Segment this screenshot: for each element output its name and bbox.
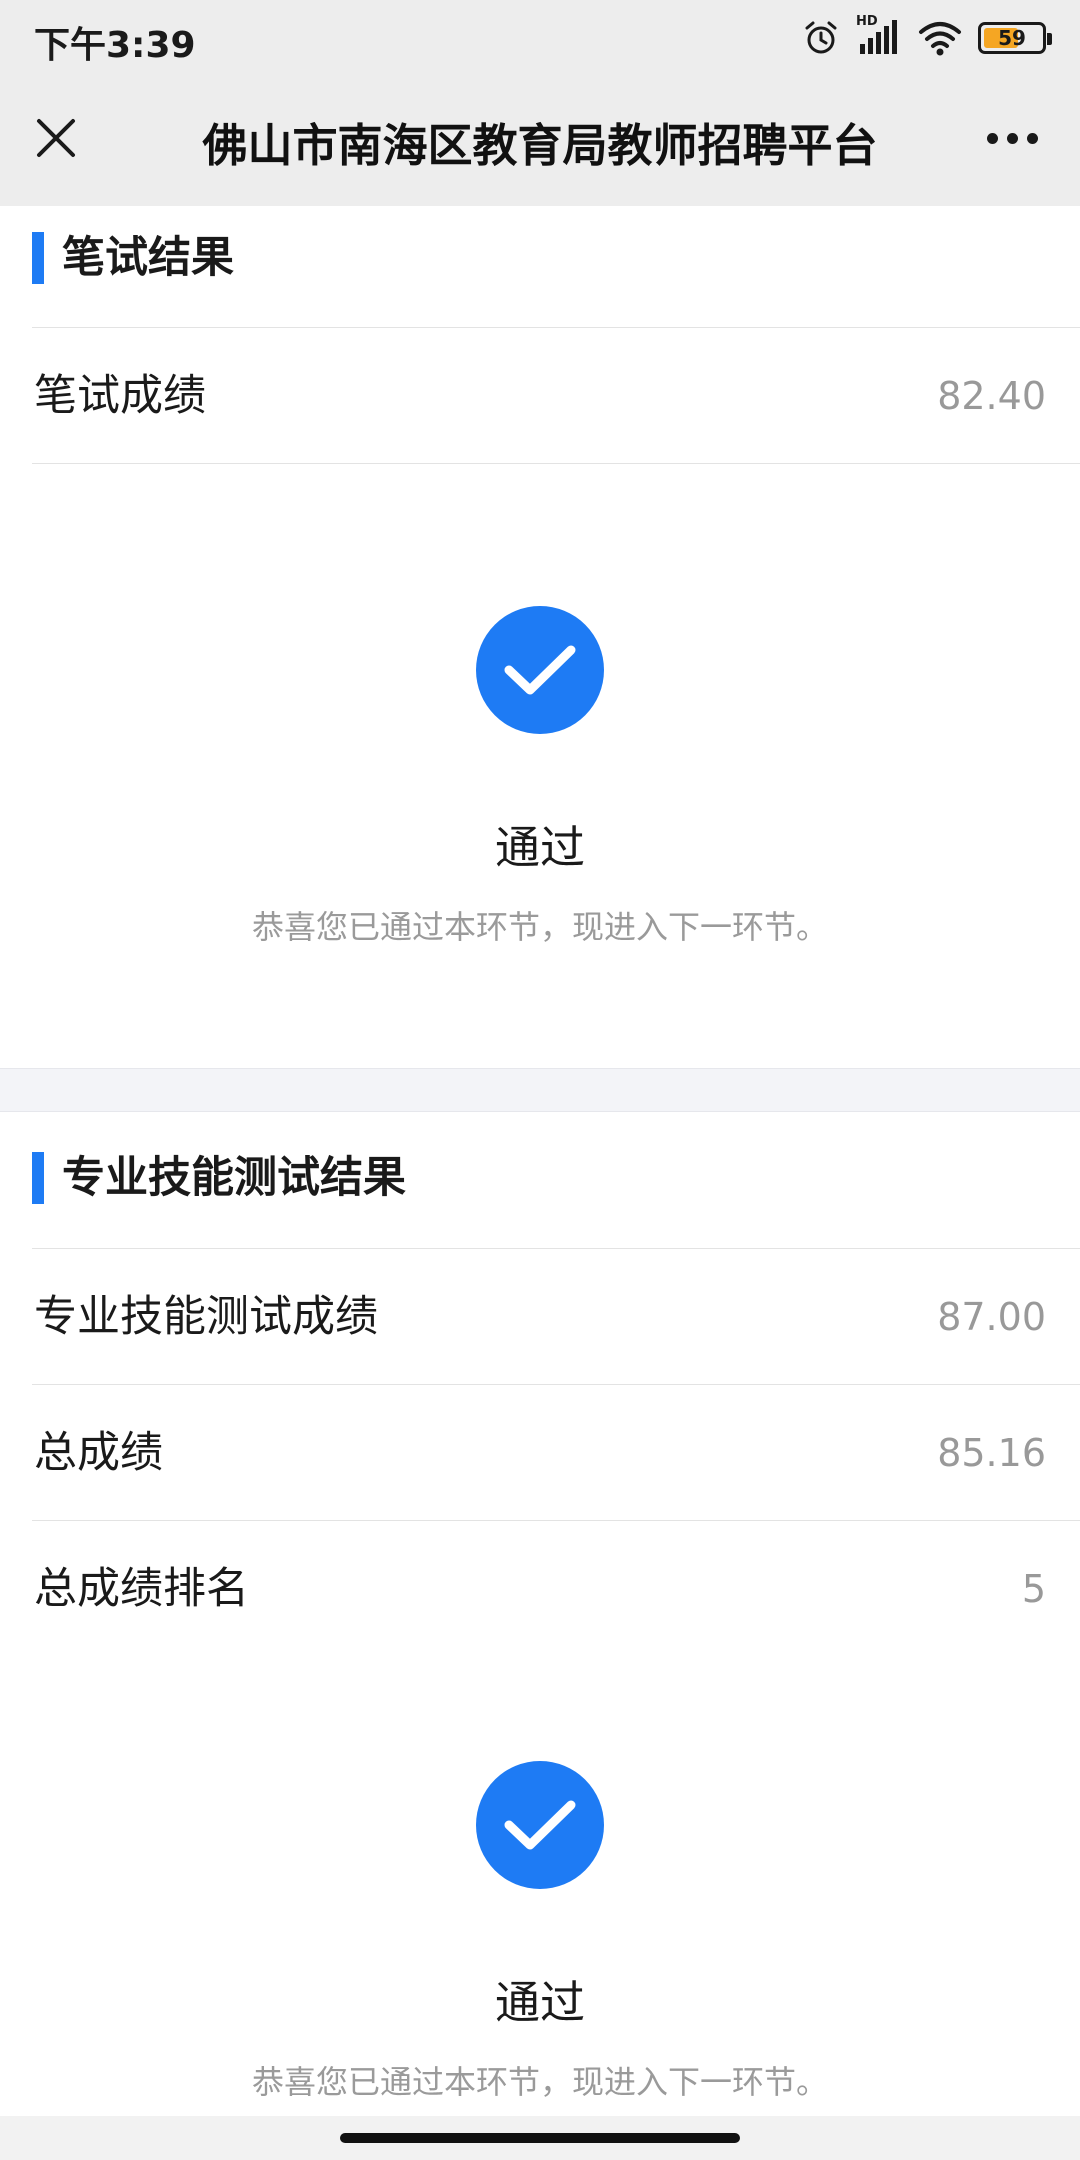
close-icon	[37, 119, 75, 157]
check-icon	[504, 645, 576, 695]
total-score-row: 总成绩 85.16	[32, 1384, 1080, 1520]
score-label: 笔试成绩	[34, 371, 206, 421]
status-bar: 下午3:39 HD 59	[0, 0, 1080, 76]
total-score-label: 总成绩	[34, 1428, 163, 1478]
result-status: 通过	[494, 1976, 585, 2029]
skill-score-value: 87.00	[937, 1295, 1046, 1339]
skill-test-section: 专业技能测试结果 专业技能测试成绩 87.00 总成绩 85.16 总成绩排名 …	[0, 1113, 1080, 2116]
status-time: 下午3:39	[34, 25, 196, 66]
section-accent-bar	[32, 232, 44, 284]
check-icon	[504, 1800, 576, 1850]
total-score-value: 85.16	[937, 1431, 1046, 1475]
score-row: 笔试成绩 82.40	[32, 327, 1080, 463]
result-message: 恭喜您已通过本环节，现进入下一环节。	[251, 2063, 828, 2101]
rank-row: 总成绩排名 5	[32, 1520, 1080, 1656]
section-header: 笔试结果	[0, 206, 1080, 326]
score-value: 82.40	[937, 374, 1046, 418]
wifi-icon	[919, 22, 961, 56]
home-indicator[interactable]	[340, 2133, 740, 2143]
section-header: 专业技能测试结果	[0, 1113, 1080, 1233]
result-status: 通过	[494, 821, 585, 874]
battery-level: 59	[998, 26, 1026, 50]
divider	[32, 463, 1080, 464]
skill-score-label: 专业技能测试成绩	[34, 1292, 378, 1342]
section-title: 专业技能测试结果	[62, 1153, 406, 1203]
pass-check-badge	[476, 606, 604, 734]
more-icon-dot	[1026, 132, 1038, 144]
more-icon	[986, 132, 998, 144]
page-title: 佛山市南海区教育局教师招聘平台	[202, 118, 878, 172]
section-title: 笔试结果	[62, 233, 234, 283]
rank-value: 5	[1021, 1567, 1046, 1611]
rank-label: 总成绩排名	[34, 1564, 249, 1614]
skill-score-row: 专业技能测试成绩 87.00	[32, 1248, 1080, 1384]
written-exam-section: 笔试结果 笔试成绩 82.40 通过 恭喜您已通过本环节，现进入下一环节。	[0, 206, 1080, 1068]
section-accent-bar	[32, 1152, 44, 1204]
result-message: 恭喜您已通过本环节，现进入下一环节。	[251, 908, 828, 946]
signal-icon: HD	[856, 14, 902, 58]
more-button[interactable]	[968, 106, 1056, 170]
battery-icon: 59	[978, 22, 1052, 54]
more-icon-dot	[1006, 132, 1018, 144]
status-icons: HD 59	[802, 14, 1052, 62]
pass-check-badge	[476, 1761, 604, 1889]
battery-cap	[1047, 33, 1052, 45]
alarm-icon	[805, 21, 837, 54]
section-separator	[0, 1068, 1080, 1112]
close-button[interactable]	[24, 106, 88, 170]
nav-bar: 佛山市南海区教育局教师招聘平台	[0, 76, 1080, 206]
